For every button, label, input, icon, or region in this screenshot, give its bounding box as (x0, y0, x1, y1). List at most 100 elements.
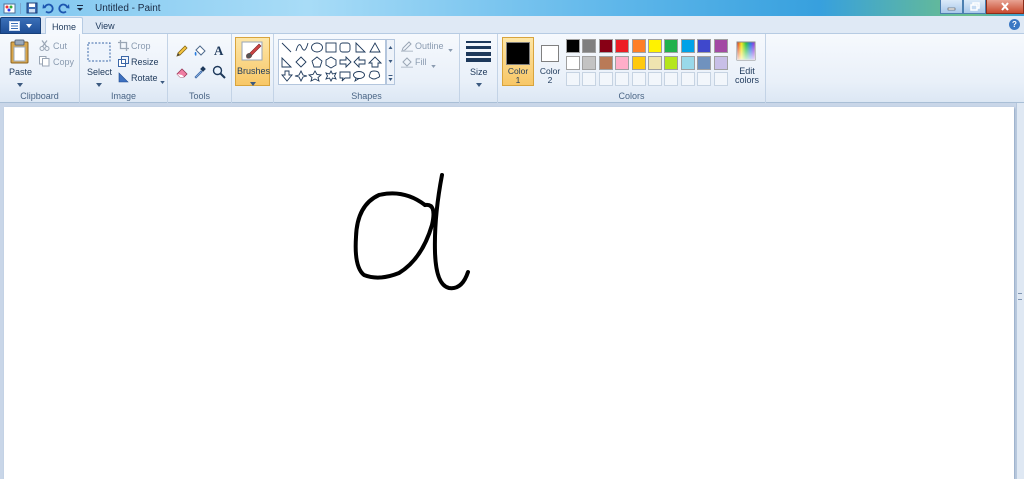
palette-swatch[interactable] (598, 39, 613, 53)
chevron-down-icon[interactable] (448, 44, 453, 54)
qat-separator (20, 2, 21, 14)
palette-swatch[interactable] (680, 55, 695, 70)
palette-swatch[interactable] (713, 39, 728, 53)
fill-icon[interactable] (401, 57, 413, 70)
palette-swatch[interactable] (680, 39, 695, 53)
rotate-icon[interactable] (118, 72, 129, 85)
chevron-down-icon[interactable] (17, 79, 23, 89)
copy-label[interactable]: Copy (53, 57, 74, 67)
palette-swatch[interactable] (582, 39, 597, 53)
maximize-button[interactable] (963, 0, 986, 14)
select-label[interactable]: Select (87, 67, 112, 77)
palette-swatch[interactable] (631, 55, 646, 70)
palette-swatch[interactable] (713, 55, 728, 70)
undo-icon[interactable] (41, 1, 55, 15)
shapes-group: Outline Fill Shapes (274, 34, 460, 103)
crop-icon[interactable] (118, 40, 129, 53)
chevron-down-icon[interactable] (431, 60, 436, 70)
paste-label[interactable]: Paste (9, 67, 32, 77)
palette-swatch[interactable] (664, 39, 679, 53)
help-button[interactable]: ? (1009, 19, 1020, 30)
palette-custom-slot[interactable] (566, 72, 580, 86)
palette-swatch[interactable] (566, 55, 580, 70)
scrollbar-grip[interactable] (1018, 293, 1022, 300)
palette-swatch[interactable] (615, 55, 630, 70)
resize-icon[interactable] (118, 56, 129, 69)
color1-button[interactable]: Color 1 (502, 37, 534, 86)
svg-text:A: A (214, 43, 224, 57)
palette-custom-slot[interactable] (598, 72, 613, 86)
crop-label[interactable]: Crop (131, 41, 151, 51)
tab-home[interactable]: Home (45, 17, 83, 35)
fill-label[interactable]: Fill (415, 57, 427, 67)
palette-swatch[interactable] (598, 55, 613, 70)
cut-label[interactable]: Cut (53, 41, 67, 51)
color1-number: 1 (515, 75, 521, 85)
vertical-scrollbar[interactable] (1016, 103, 1024, 479)
resize-label[interactable]: Resize (131, 57, 159, 67)
image-group: Select Crop Resize Rotate Image (80, 34, 168, 103)
palette-custom-slot[interactable] (615, 72, 630, 86)
palette-custom-slot[interactable] (680, 72, 695, 86)
palette-swatch[interactable] (582, 55, 597, 70)
customize-qat-icon[interactable] (73, 1, 87, 15)
clipboard-group-label: Clipboard (20, 91, 59, 101)
palette-custom-slot[interactable] (631, 72, 646, 86)
copy-icon[interactable] (39, 56, 50, 69)
palette-swatch[interactable] (648, 55, 662, 70)
palette-custom-slot[interactable] (697, 72, 712, 86)
drawing-canvas[interactable] (4, 107, 1014, 479)
color2-button[interactable]: Color 2 (534, 37, 566, 86)
color-picker-icon[interactable] (193, 65, 207, 81)
select-icon[interactable] (87, 42, 111, 64)
palette-custom-slot[interactable] (713, 72, 728, 86)
drawn-stroke-o (353, 191, 436, 280)
chevron-down-icon[interactable] (160, 76, 165, 86)
chevron-down-icon[interactable] (476, 79, 482, 89)
palette-swatch[interactable] (566, 39, 580, 53)
paste-icon[interactable] (9, 39, 31, 67)
size-group: Size (460, 34, 498, 103)
shapes-scrollbar[interactable] (386, 39, 395, 85)
close-button[interactable] (986, 0, 1024, 14)
cut-icon[interactable] (39, 40, 50, 53)
window-controls (940, 0, 1024, 14)
canvas-drawing (353, 173, 470, 291)
magnifier-icon[interactable] (212, 65, 226, 81)
outline-label[interactable]: Outline (415, 41, 444, 51)
palette-swatch[interactable] (648, 39, 662, 53)
palette-custom-slot[interactable] (648, 72, 662, 86)
outline-icon[interactable] (401, 41, 413, 54)
size-icon[interactable] (466, 41, 491, 64)
palette-swatch[interactable] (697, 55, 712, 70)
brushes-button[interactable]: Brushes (235, 37, 270, 86)
shapes-gallery-icons[interactable] (279, 40, 385, 84)
palette-swatch[interactable] (664, 55, 679, 70)
tab-view[interactable]: View (87, 17, 123, 35)
text-tool-icon[interactable]: A (212, 43, 226, 59)
paint-app-icon[interactable] (2, 1, 16, 15)
fill-bucket-icon[interactable] (193, 44, 207, 60)
brushes-group: Brushes (232, 34, 274, 103)
edit-colors-label-2[interactable]: colors (735, 75, 759, 85)
eraser-icon[interactable] (175, 65, 189, 81)
brush-icon (241, 41, 265, 65)
palette-swatch[interactable] (697, 39, 712, 53)
redo-icon[interactable] (57, 1, 71, 15)
clipboard-group: Paste Cut Copy Clipboard (0, 34, 80, 103)
pencil-icon[interactable] (175, 44, 189, 60)
brushes-label: Brushes (237, 66, 271, 76)
rotate-label[interactable]: Rotate (131, 73, 158, 83)
chevron-down-icon[interactable] (96, 79, 102, 89)
palette-swatch[interactable] (631, 39, 646, 53)
size-label[interactable]: Size (470, 67, 488, 77)
edit-colors-icon[interactable] (736, 41, 756, 63)
color2-swatch (541, 45, 559, 62)
palette-swatch[interactable] (615, 39, 630, 53)
save-icon[interactable] (25, 1, 39, 15)
shapes-group-label: Shapes (351, 91, 382, 101)
file-menu-button[interactable] (0, 17, 41, 34)
palette-custom-slot[interactable] (582, 72, 597, 86)
minimize-button[interactable] (940, 0, 963, 14)
palette-custom-slot[interactable] (664, 72, 679, 86)
